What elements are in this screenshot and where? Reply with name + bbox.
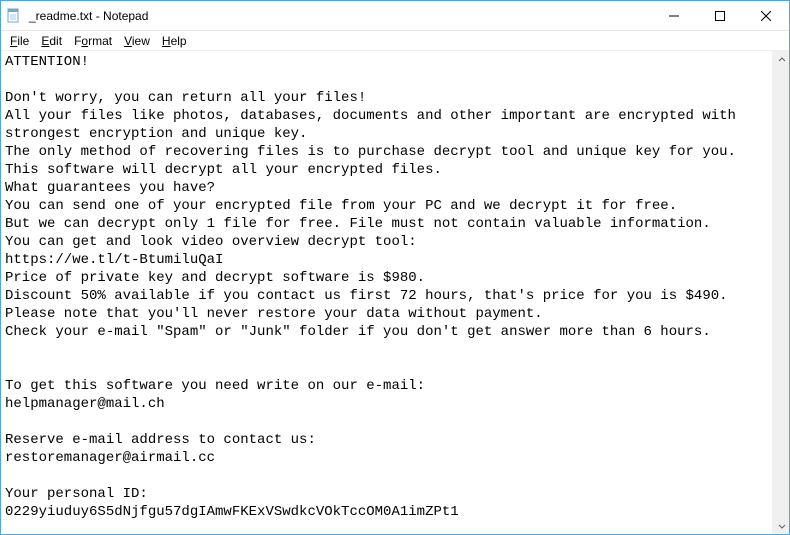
- scroll-up-button[interactable]: [773, 51, 790, 68]
- notepad-icon: [1, 1, 27, 31]
- menu-view[interactable]: View: [119, 33, 155, 49]
- window-title: _readme.txt - Notepad: [27, 9, 651, 23]
- minimize-icon: [669, 11, 679, 21]
- content-area: ATTENTION! Don't worry, you can return a…: [1, 51, 789, 534]
- text-editor[interactable]: ATTENTION! Don't worry, you can return a…: [1, 51, 772, 534]
- scroll-track[interactable]: [773, 68, 789, 517]
- maximize-button[interactable]: [697, 1, 743, 31]
- vertical-scrollbar[interactable]: [772, 51, 789, 534]
- chevron-up-icon: [778, 56, 786, 64]
- notepad-window: _readme.txt - Notepad File Edit Format V…: [0, 0, 790, 535]
- close-button[interactable]: [743, 1, 789, 31]
- minimize-button[interactable]: [651, 1, 697, 31]
- titlebar[interactable]: _readme.txt - Notepad: [1, 1, 789, 31]
- menubar: File Edit Format View Help: [1, 31, 789, 51]
- menu-help[interactable]: Help: [157, 33, 192, 49]
- menu-file[interactable]: File: [5, 33, 34, 49]
- scroll-down-button[interactable]: [773, 517, 790, 534]
- chevron-down-icon: [778, 522, 786, 530]
- menu-format[interactable]: Format: [69, 33, 117, 49]
- menu-edit[interactable]: Edit: [36, 33, 67, 49]
- maximize-icon: [715, 11, 725, 21]
- close-icon: [761, 11, 771, 21]
- window-controls: [651, 1, 789, 31]
